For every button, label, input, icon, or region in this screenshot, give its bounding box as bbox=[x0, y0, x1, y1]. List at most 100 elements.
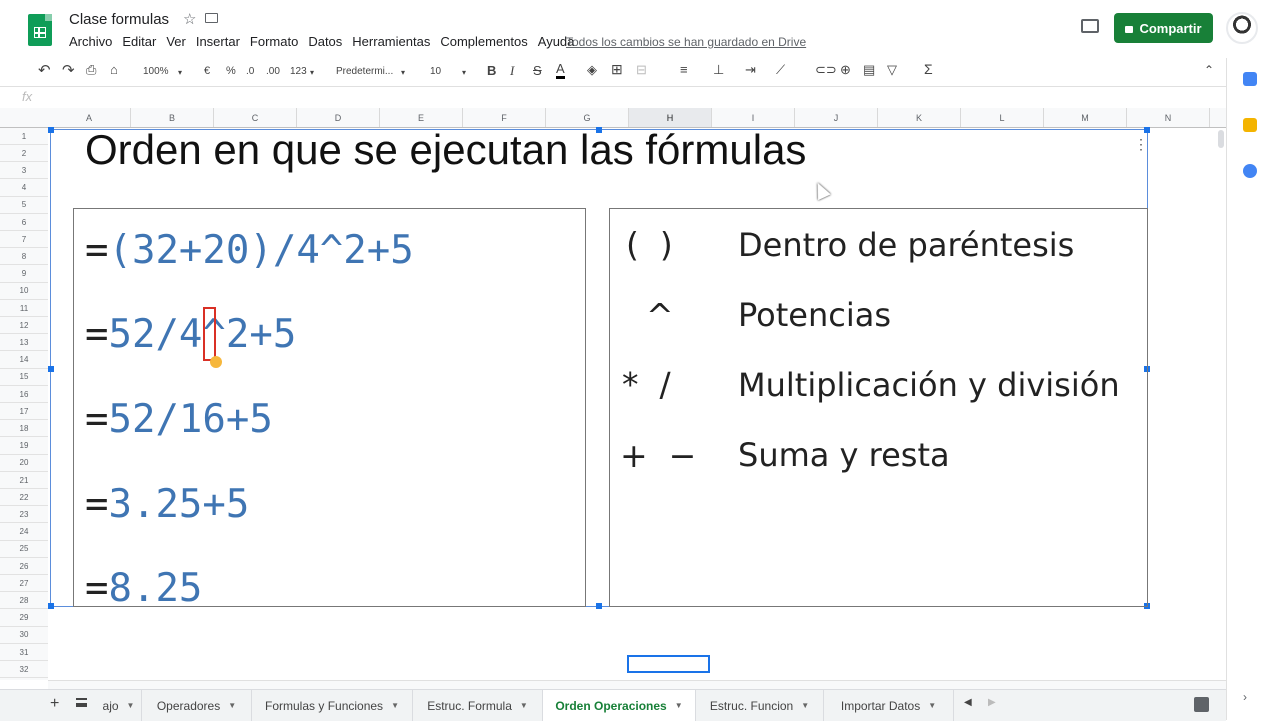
scroll-tabs-left-icon[interactable]: ◀ bbox=[964, 697, 972, 708]
link-icon[interactable]: ⊂⊃ bbox=[815, 62, 837, 78]
resize-handle[interactable] bbox=[48, 127, 54, 133]
chevron-down-icon[interactable]: ▼ bbox=[127, 701, 135, 710]
calendar-icon[interactable] bbox=[1243, 72, 1257, 86]
column-header[interactable]: N bbox=[1127, 108, 1210, 127]
sheets-logo-icon[interactable] bbox=[28, 14, 52, 46]
column-header[interactable]: A bbox=[48, 108, 131, 127]
row-header[interactable]: 7 bbox=[0, 231, 48, 249]
row-header[interactable]: 22 bbox=[0, 489, 48, 507]
sheet-tab[interactable]: Estruc. Formula ▼ bbox=[413, 690, 543, 721]
save-status-link[interactable]: Todos los cambios se han guardado en Dri… bbox=[566, 35, 806, 49]
document-title[interactable]: Clase formulas bbox=[69, 11, 169, 28]
row-header[interactable]: 3 bbox=[0, 162, 48, 180]
undo-icon[interactable]: ↶ bbox=[38, 61, 51, 79]
vertical-scrollbar[interactable] bbox=[1216, 128, 1226, 680]
row-header[interactable]: 10 bbox=[0, 283, 48, 300]
menu-formato[interactable]: Formato bbox=[250, 34, 298, 49]
explore-icon[interactable] bbox=[1194, 697, 1209, 712]
currency-button[interactable]: € bbox=[204, 65, 210, 77]
comments-icon[interactable] bbox=[1081, 19, 1099, 33]
bold-button[interactable]: B bbox=[487, 63, 496, 78]
row-header[interactable]: 27 bbox=[0, 575, 48, 593]
menu-insertar[interactable]: Insertar bbox=[196, 34, 240, 49]
formula-bar[interactable]: fx bbox=[0, 87, 1226, 109]
row-header[interactable]: 15 bbox=[0, 369, 48, 386]
row-header[interactable]: 4 bbox=[0, 180, 48, 197]
avatar[interactable] bbox=[1226, 12, 1258, 44]
row-header[interactable]: 26 bbox=[0, 558, 48, 575]
sheet-tab[interactable]: Formulas y Funciones ▼ bbox=[252, 690, 413, 721]
chevron-down-icon[interactable]: ▼ bbox=[928, 701, 936, 710]
sheet-tab[interactable]: ajo ▼ bbox=[96, 690, 142, 721]
row-header[interactable]: 9 bbox=[0, 266, 48, 283]
number-format-select[interactable]: 123 bbox=[290, 66, 307, 77]
resize-handle[interactable] bbox=[48, 366, 54, 372]
star-icon[interactable]: ☆ bbox=[183, 10, 196, 28]
sheet-tab[interactable]: Estruc. Funcion ▼ bbox=[696, 690, 824, 721]
vertical-scroll-thumb[interactable] bbox=[1218, 130, 1224, 148]
row-header[interactable]: 16 bbox=[0, 386, 48, 403]
column-header[interactable]: I bbox=[712, 108, 795, 127]
decrease-decimal-button[interactable]: .0 bbox=[246, 66, 254, 77]
strikethrough-button[interactable]: S bbox=[533, 63, 542, 78]
collapse-toolbar-icon[interactable]: ⌃ bbox=[1204, 63, 1214, 77]
column-header[interactable]: D bbox=[297, 108, 380, 127]
column-header[interactable]: B bbox=[131, 108, 214, 127]
column-header[interactable]: L bbox=[961, 108, 1044, 127]
menu-archivo[interactable]: Archivo bbox=[69, 34, 112, 49]
borders-icon[interactable]: ⊞ bbox=[611, 61, 623, 78]
font-size-select[interactable]: 10 bbox=[430, 66, 441, 77]
row-header[interactable]: 8 bbox=[0, 248, 48, 266]
increase-decimal-button[interactable]: .00 bbox=[266, 66, 280, 77]
chevron-down-icon[interactable]: ▼ bbox=[801, 701, 809, 710]
menu-ver[interactable]: Ver bbox=[166, 34, 186, 49]
row-header[interactable]: 12 bbox=[0, 317, 48, 335]
print-icon[interactable]: ⎙ bbox=[86, 62, 96, 78]
redo-icon[interactable]: ↷ bbox=[62, 61, 75, 79]
row-header[interactable]: 20 bbox=[0, 455, 48, 472]
text-rotate-icon[interactable]: ⟋ bbox=[776, 62, 785, 78]
scroll-tabs-right-icon[interactable]: ▶ bbox=[988, 697, 996, 708]
column-header[interactable]: C bbox=[214, 108, 297, 127]
column-header[interactable]: H bbox=[629, 108, 712, 127]
resize-handle[interactable] bbox=[1144, 127, 1150, 133]
menu-herramientas[interactable]: Herramientas bbox=[352, 34, 430, 49]
chevron-down-icon[interactable]: ▼ bbox=[391, 701, 399, 710]
font-select[interactable]: Predetermi... bbox=[336, 66, 393, 77]
keep-icon[interactable] bbox=[1243, 118, 1257, 132]
menu-complementos[interactable]: Complementos bbox=[440, 34, 527, 49]
row-header[interactable]: 31 bbox=[0, 644, 48, 661]
tasks-icon[interactable] bbox=[1243, 164, 1257, 178]
fill-color-icon[interactable]: ◈ bbox=[587, 62, 597, 78]
comment-add-icon[interactable]: ⊕ bbox=[840, 62, 851, 78]
row-header[interactable]: 29 bbox=[0, 610, 48, 627]
chevron-down-icon[interactable]: ▼ bbox=[520, 701, 528, 710]
column-header[interactable]: K bbox=[878, 108, 961, 127]
row-header[interactable]: 21 bbox=[0, 472, 48, 489]
chart-icon[interactable]: ▤ bbox=[863, 62, 875, 78]
row-header[interactable]: 13 bbox=[0, 334, 48, 352]
text-color-button[interactable]: A bbox=[556, 62, 565, 79]
row-header[interactable]: 14 bbox=[0, 352, 48, 369]
italic-button[interactable]: I bbox=[510, 63, 514, 79]
column-header[interactable]: G bbox=[546, 108, 629, 127]
chevron-down-icon[interactable]: ▼ bbox=[228, 701, 236, 710]
row-header[interactable]: 17 bbox=[0, 403, 48, 421]
menu-editar[interactable]: Editar bbox=[122, 34, 156, 49]
row-header[interactable]: 25 bbox=[0, 541, 48, 558]
row-header[interactable]: 30 bbox=[0, 627, 48, 644]
column-header[interactable]: E bbox=[380, 108, 463, 127]
row-header[interactable]: 11 bbox=[0, 300, 48, 317]
row-header[interactable]: 1 bbox=[0, 128, 48, 145]
percent-button[interactable]: % bbox=[226, 65, 236, 77]
sheet-tab[interactable]: Operadores ▼ bbox=[142, 690, 252, 721]
selected-cell[interactable] bbox=[627, 655, 710, 673]
functions-button[interactable]: Σ bbox=[924, 61, 933, 77]
more-options-icon[interactable]: ⋮ bbox=[1134, 136, 1148, 153]
menu-datos[interactable]: Datos bbox=[308, 34, 342, 49]
align-left-icon[interactable]: ≡ bbox=[680, 62, 688, 77]
row-header[interactable]: 2 bbox=[0, 145, 48, 163]
row-header[interactable]: 23 bbox=[0, 506, 48, 524]
merge-cells-icon[interactable]: ⊟ bbox=[636, 62, 647, 78]
sheet-tab[interactable]: Orden Operaciones ▼ bbox=[543, 690, 696, 721]
